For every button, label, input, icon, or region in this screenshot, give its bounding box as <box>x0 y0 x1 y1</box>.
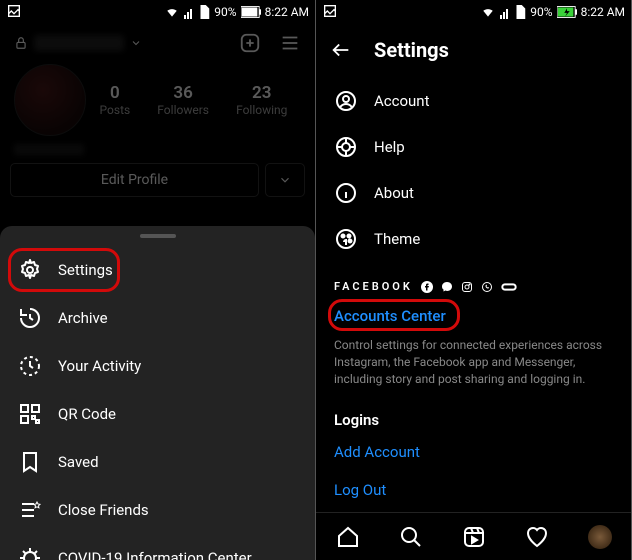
menu-covid[interactable]: COVID-19 Information Center <box>0 534 315 560</box>
picture-icon <box>322 3 338 19</box>
log-out-link[interactable]: Log Out <box>316 471 631 509</box>
chevron-down-icon <box>130 37 142 49</box>
facebook-brand-row: FACEBOOK <box>316 262 631 299</box>
battery-pct: 90% <box>530 5 552 19</box>
back-icon[interactable] <box>330 39 352 61</box>
settings-theme[interactable]: Theme <box>316 216 631 262</box>
battery-icon <box>241 6 261 18</box>
clock: 8:22 AM <box>581 5 625 19</box>
accounts-center-desc: Control settings for connected experienc… <box>316 333 631 395</box>
menu-label: Close Friends <box>58 501 149 519</box>
lock-icon <box>14 36 28 50</box>
item-label: Theme <box>374 230 420 248</box>
phone-left: 90% 8:22 AM 0Posts 36Followers 23Followi… <box>0 0 316 560</box>
wifi-icon <box>164 5 180 19</box>
username[interactable] <box>34 35 124 51</box>
instagram-icon <box>461 281 473 293</box>
menu-close-friends[interactable]: Close Friends <box>0 486 315 534</box>
stat-posts[interactable]: 0Posts <box>100 83 131 117</box>
signal-icon <box>500 5 510 19</box>
reels-icon[interactable] <box>462 525 486 549</box>
search-icon[interactable] <box>399 525 423 549</box>
archive-icon <box>18 306 42 330</box>
menu-saved[interactable]: Saved <box>0 438 315 486</box>
item-label: About <box>374 184 414 202</box>
qr-icon <box>18 402 42 426</box>
nav-profile-avatar[interactable] <box>588 525 612 549</box>
info-icon <box>334 181 358 205</box>
menu-activity[interactable]: Your Activity <box>0 342 315 390</box>
facebook-icon <box>421 281 433 293</box>
profile-row: 0Posts 36Followers 23Following <box>0 58 315 140</box>
clock: 8:22 AM <box>265 5 309 19</box>
settings-about[interactable]: About <box>316 170 631 216</box>
phone-right: 90% 8:22 AM Settings Account Help About … <box>316 0 632 560</box>
stat-following[interactable]: 23Following <box>236 83 287 117</box>
wifi-icon <box>480 5 496 19</box>
create-icon[interactable] <box>239 32 261 54</box>
menu-settings[interactable]: Settings <box>0 246 315 294</box>
battery-pct: 90% <box>214 5 236 19</box>
accounts-center-link[interactable]: Accounts Center <box>316 299 464 333</box>
status-bar: 90% 8:22 AM <box>316 0 631 24</box>
logins-heading: Logins <box>316 395 631 433</box>
theme-icon <box>334 227 358 251</box>
menu-label: Saved <box>58 453 99 471</box>
menu-label: Archive <box>58 309 108 327</box>
home-icon[interactable] <box>336 525 360 549</box>
menu-archive[interactable]: Archive <box>0 294 315 342</box>
page-title: Settings <box>374 38 449 62</box>
bookmark-icon <box>18 450 42 474</box>
oculus-icon <box>501 282 517 292</box>
signal-icon <box>184 5 194 19</box>
account-icon <box>334 89 358 113</box>
suggestions-button[interactable] <box>265 163 305 197</box>
battery-charging-icon <box>557 6 577 18</box>
sim-icon <box>198 5 210 19</box>
messenger-icon <box>441 281 453 293</box>
help-icon <box>334 135 358 159</box>
menu-icon[interactable] <box>279 32 301 54</box>
menu-label: COVID-19 Information Center <box>58 549 252 560</box>
activity-icon <box>18 354 42 378</box>
whatsapp-icon <box>481 281 493 293</box>
sheet-grabber[interactable] <box>140 234 176 238</box>
menu-label: QR Code <box>58 405 116 423</box>
settings-header: Settings <box>316 24 631 78</box>
settings-help[interactable]: Help <box>316 124 631 170</box>
stat-followers[interactable]: 36Followers <box>157 83 209 117</box>
edit-profile-button[interactable]: Edit Profile <box>10 163 259 197</box>
gear-icon <box>18 258 42 282</box>
facebook-label: FACEBOOK <box>334 280 413 293</box>
bottom-sheet: Settings Archive Your Activity QR Code S… <box>0 226 315 560</box>
chevron-down-icon <box>278 173 292 187</box>
item-label: Account <box>374 92 430 110</box>
heart-icon[interactable] <box>525 525 549 549</box>
bottom-nav <box>316 512 631 560</box>
display-name <box>14 144 84 155</box>
close-friends-icon <box>18 498 42 522</box>
settings-account[interactable]: Account <box>316 78 631 124</box>
avatar[interactable] <box>14 64 86 136</box>
profile-header <box>0 24 315 58</box>
covid-icon <box>18 546 42 560</box>
menu-label: Your Activity <box>58 357 141 375</box>
picture-icon <box>6 3 22 19</box>
sim-icon <box>514 5 526 19</box>
add-account-link[interactable]: Add Account <box>316 433 631 471</box>
menu-qr[interactable]: QR Code <box>0 390 315 438</box>
status-bar: 90% 8:22 AM <box>0 0 315 24</box>
item-label: Help <box>374 138 405 156</box>
menu-label: Settings <box>58 261 113 279</box>
